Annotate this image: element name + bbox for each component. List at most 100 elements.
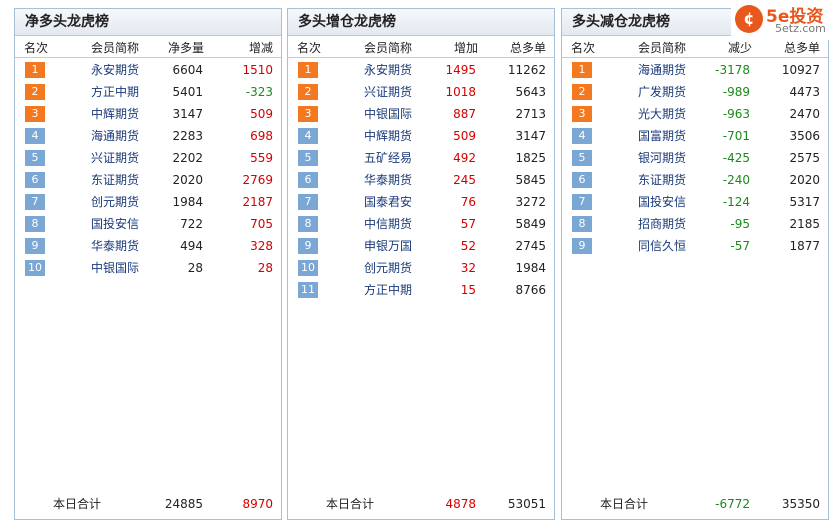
rank-badge: 3 xyxy=(572,106,592,122)
rank-badge: 5 xyxy=(572,150,592,166)
value-primary: 2202 xyxy=(172,151,203,165)
rank-badge: 2 xyxy=(298,84,318,100)
value-primary: 76 xyxy=(460,195,476,209)
table-row[interactable]: 4 中辉期货 509 3147 xyxy=(288,125,554,147)
value-secondary: 705 xyxy=(250,217,273,231)
table-row[interactable]: 3 光大期货 -963 2470 xyxy=(562,103,828,125)
value-secondary: 698 xyxy=(250,129,273,143)
value-secondary: 3506 xyxy=(789,129,820,143)
rank-badge: 3 xyxy=(25,106,45,122)
header-value1: 净多量 xyxy=(168,41,205,55)
member-name-link[interactable]: 创元期货 xyxy=(91,191,139,213)
table-row[interactable]: 3 中辉期货 3147 509 xyxy=(15,103,281,125)
member-name-link[interactable]: 兴证期货 xyxy=(364,81,412,103)
member-name-link[interactable]: 方正中期 xyxy=(364,279,412,301)
table-row[interactable]: 1 永安期货 1495 11262 xyxy=(288,59,554,81)
total-value2: 8970 xyxy=(242,497,273,511)
table-row[interactable]: 11 方正中期 15 8766 xyxy=(288,279,554,301)
value-secondary: 5845 xyxy=(515,173,546,187)
value-primary: 887 xyxy=(453,107,476,121)
member-name-link[interactable]: 创元期货 xyxy=(364,257,412,279)
rank-badge: 3 xyxy=(298,106,318,122)
member-name-link[interactable]: 中银国际 xyxy=(364,103,412,125)
table-row[interactable]: 2 方正中期 5401 -323 xyxy=(15,81,281,103)
rank-badge: 7 xyxy=(25,194,45,210)
member-name-link[interactable]: 光大期货 xyxy=(638,103,686,125)
site-logo[interactable]: ¢ 5e投资 5etz.com xyxy=(731,0,839,40)
table-row[interactable]: 8 招商期货 -95 2185 xyxy=(562,213,828,235)
net-long-panel: 净多头龙虎榜 名次 会员简称 净多量 增减 1 永安期货 6604 1510 2 方正中期… xyxy=(14,8,282,520)
table-row[interactable]: 2 兴证期货 1018 5643 xyxy=(288,81,554,103)
value-secondary: 2575 xyxy=(789,151,820,165)
daily-total-row: 本日合计 -6772 35350 xyxy=(562,495,828,513)
member-name-link[interactable]: 兴证期货 xyxy=(91,147,139,169)
member-name-link[interactable]: 招商期货 xyxy=(638,213,686,235)
table-row[interactable]: 4 海通期货 2283 698 xyxy=(15,125,281,147)
value-primary: -57 xyxy=(730,239,750,253)
member-name-link[interactable]: 申银万国 xyxy=(364,235,412,257)
member-name-link[interactable]: 国投安信 xyxy=(638,191,686,213)
member-name-link[interactable]: 中辉期货 xyxy=(364,125,412,147)
table-row[interactable]: 7 国投安信 -124 5317 xyxy=(562,191,828,213)
value-primary: 57 xyxy=(460,217,476,231)
daily-total-row: 本日合计 4878 53051 xyxy=(288,495,554,513)
member-name-link[interactable]: 中辉期货 xyxy=(91,103,139,125)
member-name-link[interactable]: 中信期货 xyxy=(364,213,412,235)
table-row[interactable]: 9 申银万国 52 2745 xyxy=(288,235,554,257)
table-row[interactable]: 9 华泰期货 494 328 xyxy=(15,235,281,257)
table-row[interactable]: 2 广发期货 -989 4473 xyxy=(562,81,828,103)
rank-badge: 7 xyxy=(298,194,318,210)
table-row[interactable]: 6 华泰期货 245 5845 xyxy=(288,169,554,191)
value-secondary: 2185 xyxy=(789,217,820,231)
table-row[interactable]: 5 兴证期货 2202 559 xyxy=(15,147,281,169)
member-name-link[interactable]: 海通期货 xyxy=(638,59,686,81)
value-primary: -701 xyxy=(722,129,750,143)
table-row[interactable]: 5 银河期货 -425 2575 xyxy=(562,147,828,169)
member-name-link[interactable]: 永安期货 xyxy=(91,59,139,81)
member-name-link[interactable]: 银河期货 xyxy=(638,147,686,169)
table-row[interactable]: 1 永安期货 6604 1510 xyxy=(15,59,281,81)
member-name-link[interactable]: 永安期货 xyxy=(364,59,412,81)
table-row[interactable]: 10 创元期货 32 1984 xyxy=(288,257,554,279)
member-name-link[interactable]: 海通期货 xyxy=(91,125,139,147)
rank-badge: 8 xyxy=(25,216,45,232)
table-row[interactable]: 4 国富期货 -701 3506 xyxy=(562,125,828,147)
table-row[interactable]: 5 五矿经易 492 1825 xyxy=(288,147,554,169)
column-header: 名次 会员简称 增加 总多单 xyxy=(288,36,554,58)
table-row[interactable]: 6 东证期货 2020 2769 xyxy=(15,169,281,191)
table-row[interactable]: 6 东证期货 -240 2020 xyxy=(562,169,828,191)
member-name-link[interactable]: 国投安信 xyxy=(91,213,139,235)
table-row[interactable]: 9 同信久恒 -57 1877 xyxy=(562,235,828,257)
table-row[interactable]: 8 国投安信 722 705 xyxy=(15,213,281,235)
table-row[interactable]: 7 创元期货 1984 2187 xyxy=(15,191,281,213)
member-name-link[interactable]: 五矿经易 xyxy=(364,147,412,169)
member-name-link[interactable]: 国富期货 xyxy=(638,125,686,147)
value-secondary: 2020 xyxy=(789,173,820,187)
table-row[interactable]: 7 国泰君安 76 3272 xyxy=(288,191,554,213)
value-secondary: 2470 xyxy=(789,107,820,121)
panel-title: 净多头龙虎榜 xyxy=(15,9,281,36)
header-value1: 增加 xyxy=(454,41,479,55)
value-primary: 15 xyxy=(460,283,476,297)
member-name-link[interactable]: 中银国际 xyxy=(91,257,139,279)
member-name-link[interactable]: 华泰期货 xyxy=(364,169,412,191)
member-name-link[interactable]: 广发期货 xyxy=(638,81,686,103)
table-row[interactable]: 10 中银国际 28 28 xyxy=(15,257,281,279)
total-value1: -6772 xyxy=(715,497,750,511)
value-secondary: 8766 xyxy=(515,283,546,297)
rank-badge: 1 xyxy=(572,62,592,78)
member-name-link[interactable]: 同信久恒 xyxy=(638,235,686,257)
value-primary: 6604 xyxy=(172,63,203,77)
member-name-link[interactable]: 方正中期 xyxy=(91,81,139,103)
value-primary: -95 xyxy=(730,217,750,231)
table-row[interactable]: 3 中银国际 887 2713 xyxy=(288,103,554,125)
rank-badge: 5 xyxy=(25,150,45,166)
table-row[interactable]: 1 海通期货 -3178 10927 xyxy=(562,59,828,81)
member-name-link[interactable]: 东证期货 xyxy=(638,169,686,191)
member-name-link[interactable]: 华泰期货 xyxy=(91,235,139,257)
member-name-link[interactable]: 东证期货 xyxy=(91,169,139,191)
value-primary: 2020 xyxy=(172,173,203,187)
rank-badge: 9 xyxy=(25,238,45,254)
table-row[interactable]: 8 中信期货 57 5849 xyxy=(288,213,554,235)
member-name-link[interactable]: 国泰君安 xyxy=(364,191,412,213)
